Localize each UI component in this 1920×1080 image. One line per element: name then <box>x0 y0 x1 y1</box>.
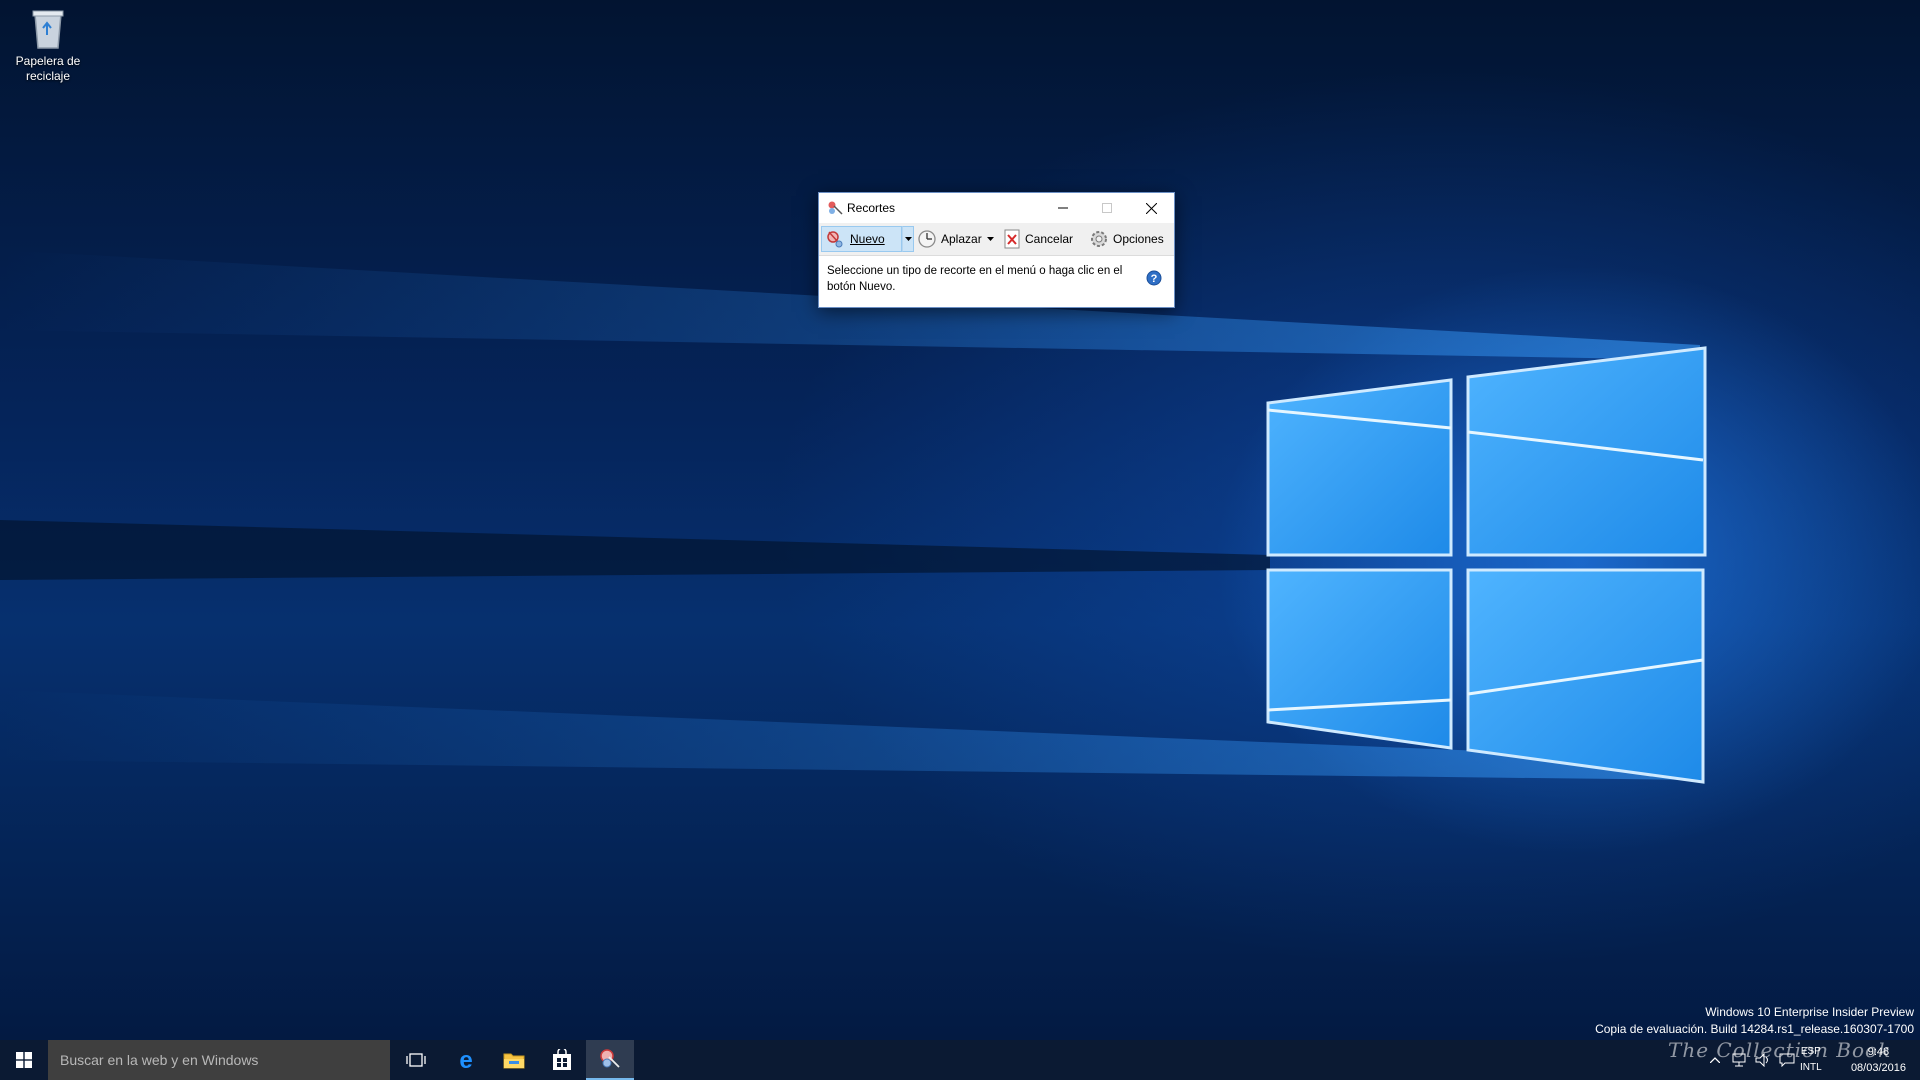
minimize-icon <box>1058 207 1068 209</box>
maximize-icon <box>1102 203 1112 213</box>
start-button[interactable] <box>0 1040 48 1080</box>
chevron-down-icon <box>904 237 912 241</box>
minimize-button[interactable] <box>1041 193 1085 223</box>
toolbar: Nuevo Aplazar Cancelar Opciones <box>819 223 1174 256</box>
store-button[interactable] <box>538 1040 586 1080</box>
close-button[interactable] <box>1129 193 1173 223</box>
cancel-button[interactable]: Cancelar <box>1003 226 1073 252</box>
help-icon[interactable]: ? <box>1146 270 1162 286</box>
edge-icon: e <box>459 1048 472 1072</box>
snipping-tool-icon <box>600 1049 620 1068</box>
store-icon <box>553 1049 571 1070</box>
close-icon <box>1145 202 1157 214</box>
clock-icon <box>918 230 936 248</box>
window-title: Recortes <box>847 201 896 215</box>
search-placeholder: Buscar en la web y en Windows <box>60 1052 259 1068</box>
windows-logo-icon <box>16 1052 32 1068</box>
maximize-button <box>1085 193 1129 223</box>
cancel-icon <box>1004 229 1020 249</box>
svg-text:e: e <box>459 1048 472 1072</box>
file-explorer-icon <box>503 1053 525 1069</box>
task-view-icon <box>406 1053 426 1067</box>
cancel-label: Cancelar <box>1025 232 1074 246</box>
snipping-tool-icon <box>828 201 843 215</box>
svg-text:?: ? <box>1151 273 1158 285</box>
new-snip-label: Nuevo <box>850 232 885 246</box>
desktop-icon-label: Papelera de reciclaje <box>15 54 81 83</box>
clock-date: 08/03/2016 <box>1850 1062 1906 1074</box>
watermark-line-1: Windows 10 Enterprise Insider Preview <box>1705 1005 1914 1019</box>
file-explorer-button[interactable] <box>490 1040 538 1080</box>
new-snip-icon <box>827 231 843 248</box>
edge-button[interactable]: e <box>442 1040 490 1080</box>
keyboard-layout: INTL <box>1800 1062 1822 1073</box>
watermark-line-2: Copia de evaluación. Build 14284.rs1_rel… <box>1595 1022 1914 1036</box>
options-button[interactable]: Opciones <box>1089 226 1164 252</box>
taskbar: Buscar en la web y en Windows e ESP INTL… <box>0 1040 1920 1080</box>
chevron-down-icon <box>986 237 994 241</box>
snipping-tool-window: Recortes Nuevo Aplazar Cancelar Opciones… <box>818 192 1175 308</box>
evaluation-watermark: Windows 10 Enterprise Insider Preview Co… <box>1595 1004 1914 1038</box>
wallpaper-logo <box>0 250 1707 784</box>
new-snip-button[interactable]: Nuevo <box>821 226 902 252</box>
new-snip-dropdown[interactable] <box>902 226 914 252</box>
overlay-watermark-text: The Collection Book <box>1668 1038 1892 1062</box>
title-bar[interactable]: Recortes <box>819 193 1174 223</box>
recycle-bin-icon <box>32 10 64 49</box>
instruction-text: Seleccione un tipo de recorte en el menú… <box>827 265 1123 293</box>
delay-label: Aplazar <box>941 232 982 246</box>
gear-icon <box>1091 231 1107 247</box>
delay-button[interactable]: Aplazar <box>917 226 994 252</box>
task-view-button[interactable] <box>392 1040 440 1080</box>
options-label: Opciones <box>1113 232 1164 246</box>
search-box[interactable]: Buscar en la web y en Windows <box>48 1040 390 1080</box>
instruction-area: Seleccione un tipo de recorte en el menú… <box>819 255 1174 307</box>
desktop: Papelera de reciclaje Recortes Nuevo Apl… <box>0 0 1920 1040</box>
snipping-tool-taskbar-button[interactable] <box>586 1040 634 1080</box>
desktop-icon-recycle-bin[interactable]: Papelera de reciclaje <box>8 6 88 84</box>
